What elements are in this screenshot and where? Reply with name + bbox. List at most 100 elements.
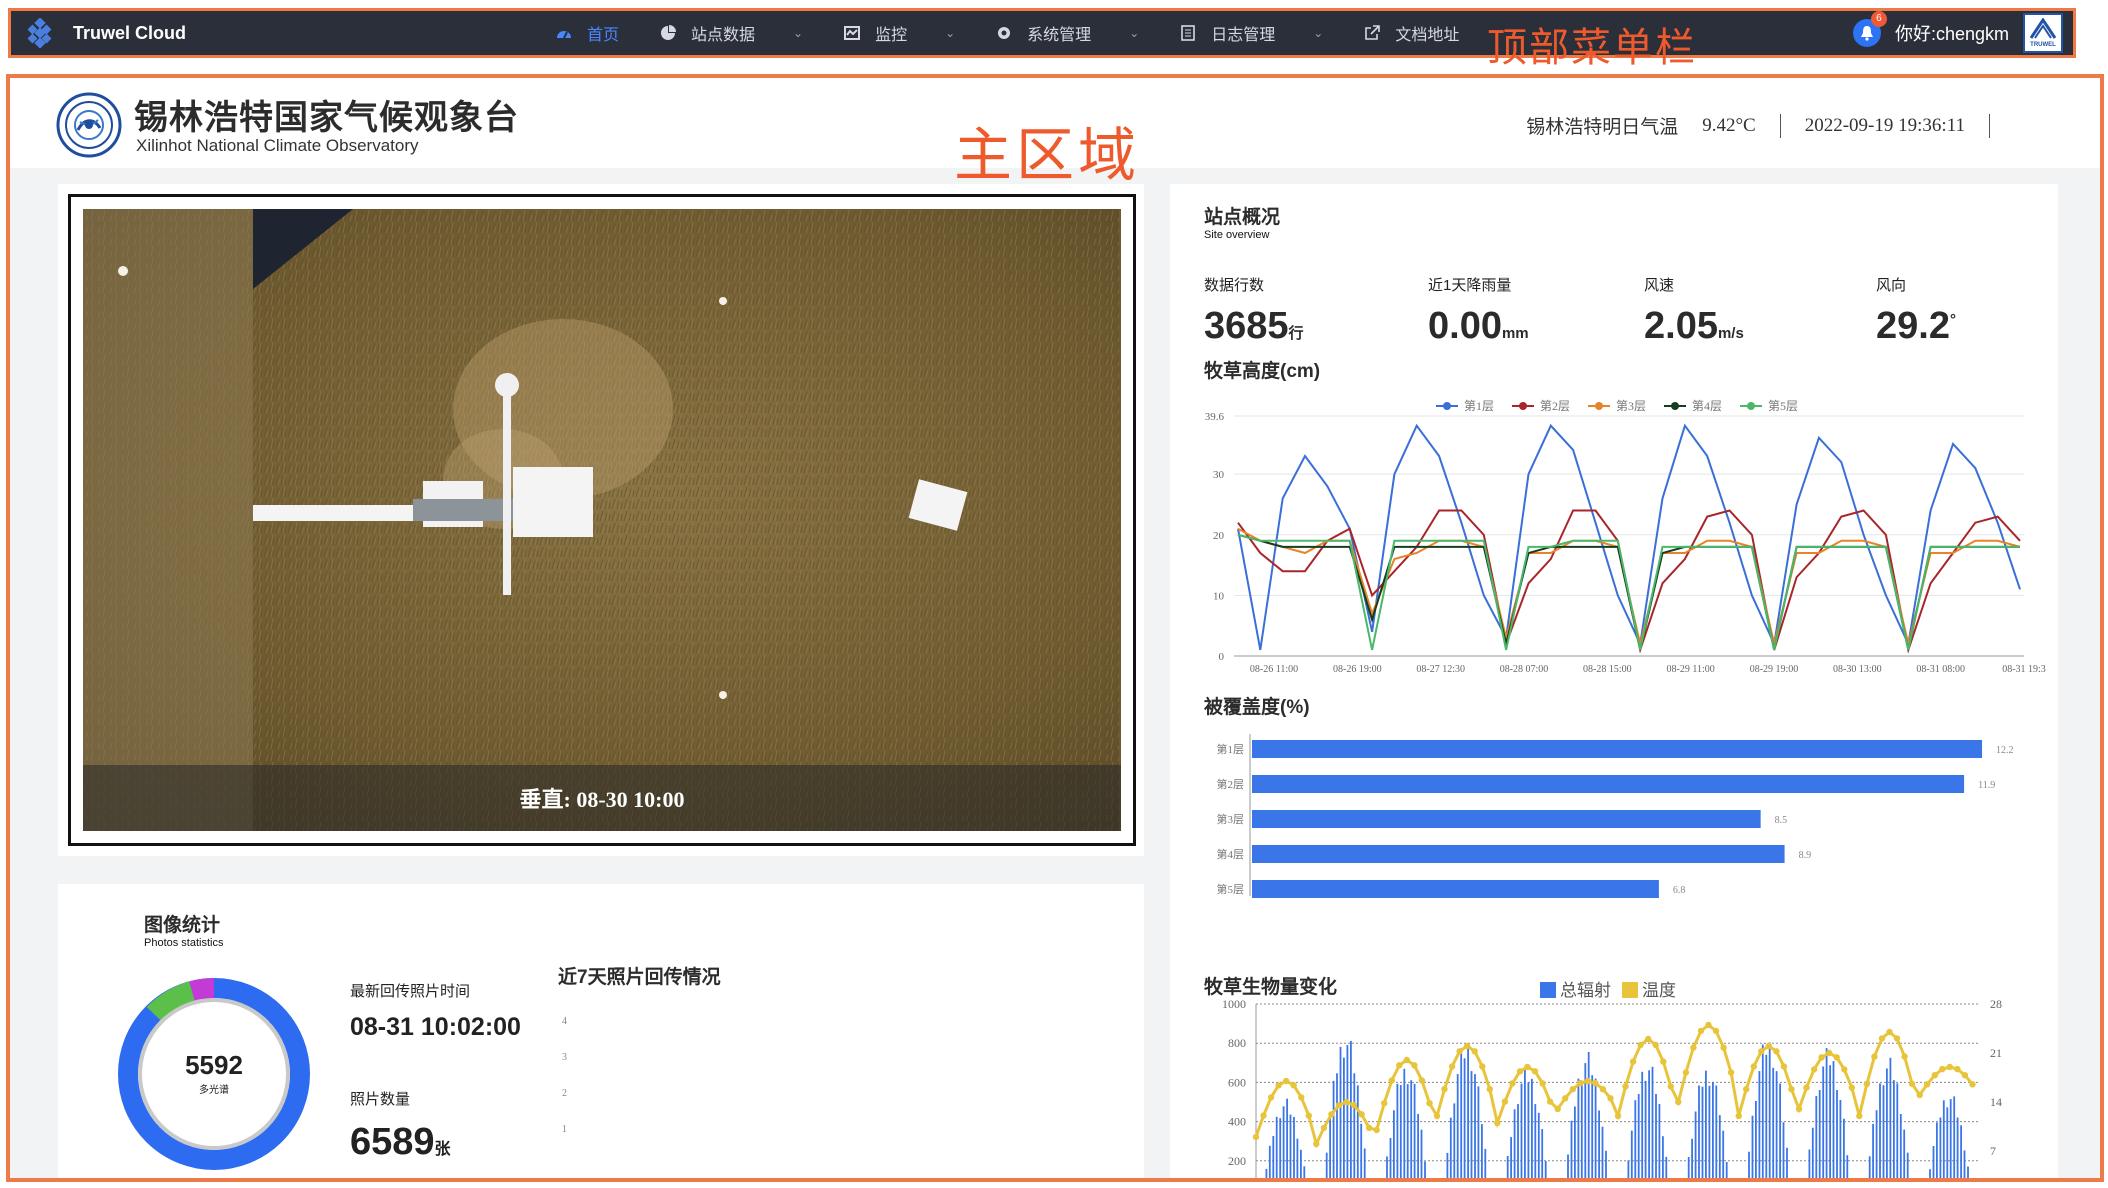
- x-tick-label: 08-29 19:00: [1750, 664, 1799, 672]
- temperature-point: [1298, 1094, 1305, 1101]
- y-tick-label: 20: [1213, 530, 1225, 542]
- radiation-bar: [1899, 1114, 1902, 1178]
- main-menu: 首页 站点数据 ⌄ 监控 ⌄ 系统管理 ⌄ 日志管理 ⌄ 文档地址: [555, 11, 1499, 55]
- temperature-point: [1682, 1069, 1690, 1076]
- radiation-bar: [1829, 1065, 1831, 1178]
- menu-item-docs[interactable]: 文档地址: [1363, 11, 1459, 55]
- menu-item-monitor[interactable]: 监控 ⌄: [843, 11, 955, 55]
- photo-caption: 垂直: 08-30 10:00: [83, 765, 1121, 831]
- menu-item-logs[interactable]: 日志管理 ⌄: [1179, 11, 1323, 55]
- radiation-bar: [1481, 1124, 1483, 1178]
- radiation-bar: [1424, 1161, 1426, 1178]
- radiation-bar: [1367, 1181, 1369, 1182]
- metric-label: 风速: [1644, 277, 1675, 294]
- bar-category-label: 第2层: [1217, 777, 1245, 791]
- radiation-bar: [1329, 1117, 1331, 1178]
- radiation-bar: [1748, 1151, 1750, 1178]
- temperature-point: [1622, 1083, 1629, 1090]
- user-logo[interactable]: TRUWEL: [2023, 13, 2063, 53]
- metric-value-row: 0.00mm: [1428, 305, 1529, 348]
- radiation-bar: [1634, 1100, 1637, 1178]
- temperature-point: [1260, 1112, 1267, 1119]
- temperature-point: [1343, 1098, 1350, 1106]
- temp-label: 锡林浩特明日气温: [1526, 117, 1679, 138]
- biomass-chart: 总辐射 温度 1000 800 600 400 200 28 21 14 7: [1222, 981, 2002, 1182]
- latest-label: 最新回传照片时间: [350, 983, 471, 1000]
- temperature-point: [1735, 1112, 1742, 1120]
- temperature-point: [1924, 1081, 1931, 1088]
- temperature-point: [1871, 1053, 1878, 1060]
- bar-category-label: 第4层: [1217, 847, 1245, 861]
- radiation-bar: [1524, 1067, 1526, 1178]
- temperature-point: [1531, 1068, 1539, 1075]
- temperature-point: [1765, 1042, 1772, 1050]
- radiation-bar: [1282, 1106, 1285, 1178]
- radiation-bar: [1353, 1073, 1356, 1178]
- legend-label: 第2层: [1540, 399, 1570, 413]
- radiation-bar: [1691, 1138, 1693, 1178]
- radiation-bar: [1822, 1066, 1825, 1178]
- temperature-point: [1908, 1080, 1916, 1088]
- menu-item-home[interactable]: 首页: [555, 11, 619, 55]
- user-greeting[interactable]: 你好:chengkm: [1895, 20, 2009, 46]
- coverage-bar: [1252, 845, 1785, 863]
- notification-button[interactable]: 6: [1852, 11, 1887, 47]
- x-tick-label: 08-28 15:00: [1583, 664, 1632, 672]
- radiation-bar: [1463, 1058, 1466, 1178]
- radiation-bar: [1648, 1070, 1650, 1178]
- radiation-bar: [1520, 1083, 1523, 1178]
- brand-logo-icon: [27, 18, 52, 48]
- temperature-point: [1712, 1027, 1720, 1035]
- radiation-bar: [1960, 1125, 1962, 1178]
- radiation-bar: [1708, 1085, 1711, 1178]
- radiation-bar: [1279, 1118, 1282, 1178]
- temperature-point: [1335, 1102, 1343, 1109]
- photo-card: 垂直: 08-30 10:00: [58, 184, 1144, 856]
- radiation-bar: [1339, 1046, 1342, 1178]
- brand[interactable]: Truwel Cloud: [25, 18, 485, 48]
- series-line: [1237, 509, 2021, 654]
- bar-value-label: 8.9: [1799, 850, 1812, 861]
- divider: [1779, 113, 1781, 138]
- user-area: 6 你好:chengkm TRUWEL: [1852, 11, 2063, 55]
- temperature-point: [1780, 1063, 1788, 1070]
- metric-rows: 数据行数 3685行: [1204, 274, 1304, 348]
- stats-title: 图像统计: [144, 915, 221, 936]
- grass-photo[interactable]: 垂直: 08-30 10:00: [83, 209, 1121, 831]
- bar-category-label: 第5层: [1217, 882, 1245, 896]
- grass-height-chart: 第1层 第2层 第3层 第4层 第5层 0 10 20 30 39.6 08-26 11:00 08-…: [1205, 399, 2046, 672]
- temperature-point: [1773, 1048, 1780, 1055]
- radiation-bar: [1293, 1116, 1295, 1178]
- legend-marker: [1443, 402, 1451, 410]
- bar-value-label: 11.9: [1978, 780, 1995, 791]
- radiation-bar: [1544, 1160, 1547, 1178]
- temperature-point: [1954, 1065, 1961, 1073]
- menu-item-site-data[interactable]: 站点数据 ⌄: [659, 11, 803, 55]
- temperature-point: [1350, 1102, 1358, 1109]
- radiation-bar: [1758, 1071, 1761, 1178]
- temperature-point: [1743, 1086, 1750, 1093]
- radiation-bar: [1808, 1149, 1811, 1178]
- temperature-point: [1690, 1044, 1697, 1051]
- bar-value-label: 8.5: [1775, 815, 1788, 826]
- coverage-bar: [1252, 880, 1659, 898]
- temperature-point: [1267, 1094, 1275, 1101]
- x-tick-label: 08-26 19:00: [1333, 664, 1382, 672]
- radiation-bar: [1460, 1048, 1463, 1178]
- radiation-bar: [1300, 1149, 1302, 1178]
- coverage-bar: [1252, 740, 1983, 758]
- top-area: Truwel Cloud 首页 站点数据 ⌄ 监控 ⌄ 系统管理 ⌄ 日志管理 …: [0, 0, 2108, 70]
- menu-item-system[interactable]: 系统管理 ⌄: [995, 11, 1139, 55]
- radiation-bar: [1765, 1054, 1768, 1178]
- temperature-point: [1562, 1095, 1569, 1102]
- coverage-bar: [1252, 775, 1965, 793]
- radiation-bar: [1929, 1169, 1931, 1178]
- count-row: 6589张: [350, 1121, 451, 1164]
- radiation-bar: [1537, 1112, 1540, 1178]
- legend-label: 第3层: [1616, 399, 1646, 413]
- radiation-bar: [1303, 1166, 1306, 1178]
- bar-value-label: 6.8: [1673, 885, 1686, 896]
- radiation-bar: [1942, 1100, 1945, 1178]
- temperature-point: [1396, 1062, 1403, 1069]
- y-left-tick-label: 400: [1228, 1115, 1246, 1129]
